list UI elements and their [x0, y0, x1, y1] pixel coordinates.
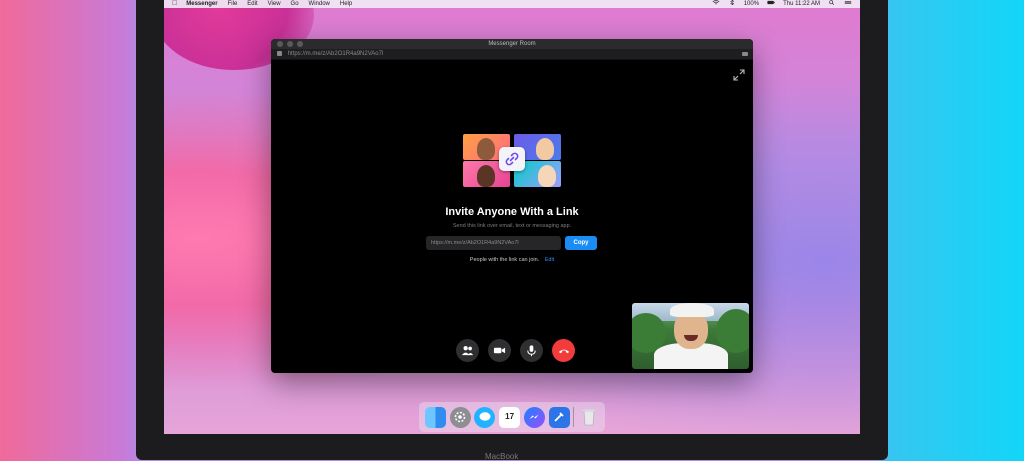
calendar-icon[interactable]: 17 — [499, 406, 521, 428]
invite-title: Invite Anyone With a Link — [445, 206, 579, 218]
lock-icon — [277, 50, 282, 56]
menu-app-name[interactable]: Messenger — [186, 0, 217, 8]
camera-toggle-button[interactable] — [488, 339, 511, 362]
apple-menu-icon[interactable]:  — [172, 0, 177, 8]
menu-file[interactable]: File — [228, 0, 238, 8]
messenger-room-window: Messenger Room https://m.me/z/Ab2O1R4a9N… — [271, 39, 753, 373]
system-preferences-icon[interactable] — [449, 406, 471, 428]
bluetooth-icon[interactable] — [728, 0, 736, 8]
people-icon — [461, 346, 474, 356]
menu-view[interactable]: View — [268, 0, 281, 8]
mute-button[interactable] — [520, 339, 543, 362]
zoom-window-button[interactable] — [297, 41, 303, 47]
room-link-field[interactable] — [426, 236, 561, 250]
xcode-icon[interactable] — [548, 406, 570, 428]
menu-window[interactable]: Window — [309, 0, 330, 8]
window-title: Messenger Room — [488, 41, 536, 47]
video-camera-icon — [493, 347, 506, 354]
edit-permission-link[interactable]: Edit — [545, 257, 554, 263]
desktop-screen:  Messenger File Edit View Go Window Hel… — [164, 0, 860, 434]
traffic-lights — [277, 41, 303, 47]
link-permission-line: People with the link can join. Edit — [271, 257, 753, 263]
menu-clock[interactable]: Thu 11:22 AM — [783, 0, 820, 8]
window-titlebar[interactable]: Messenger Room — [271, 39, 753, 49]
messenger-icon[interactable] — [523, 406, 545, 428]
invite-subtitle: Send this link over email, text or messa… — [452, 223, 572, 229]
self-video-preview[interactable] — [632, 303, 749, 369]
spotlight-icon[interactable] — [828, 0, 836, 8]
dock: 17 — [419, 402, 605, 432]
avatar-collage — [463, 132, 563, 188]
menu-go[interactable]: Go — [291, 0, 299, 8]
minimize-window-button[interactable] — [287, 41, 293, 47]
status-area: 100% Thu 11:22 AM — [712, 0, 860, 8]
room-url: https://m.me/z/Ab2O1R4a9N2VAo7l — [287, 51, 384, 57]
expand-icon[interactable] — [733, 69, 745, 81]
video-person-cap — [670, 303, 714, 317]
hang-up-icon — [558, 349, 569, 354]
battery-icon — [767, 0, 775, 8]
messages-icon[interactable] — [474, 406, 496, 428]
url-bar: https://m.me/z/Ab2O1R4a9N2VAo7l — [271, 49, 753, 60]
menu-bar:  Messenger File Edit View Go Window Hel… — [164, 0, 860, 8]
control-center-icon[interactable] — [844, 0, 852, 8]
end-call-button[interactable] — [552, 339, 575, 362]
participants-button[interactable] — [456, 339, 479, 362]
calendar-day: 17 — [505, 412, 515, 421]
battery-level[interactable]: 100% — [744, 0, 759, 8]
trash-icon[interactable] — [578, 407, 599, 428]
close-window-button[interactable] — [277, 41, 283, 47]
menu-help[interactable]: Help — [340, 0, 352, 8]
link-icon — [499, 147, 525, 171]
call-controls — [456, 339, 575, 362]
wifi-icon[interactable] — [712, 0, 720, 8]
copy-link-button[interactable]: Copy — [565, 236, 597, 250]
menu-edit[interactable]: Edit — [247, 0, 257, 8]
dock-separator — [573, 407, 575, 427]
link-row: Copy — [426, 236, 597, 250]
finder-icon[interactable] — [424, 406, 446, 428]
link-permission-text: People with the link can join. — [469, 257, 540, 263]
camera-status-icon — [742, 52, 748, 56]
microphone-icon — [527, 345, 536, 357]
